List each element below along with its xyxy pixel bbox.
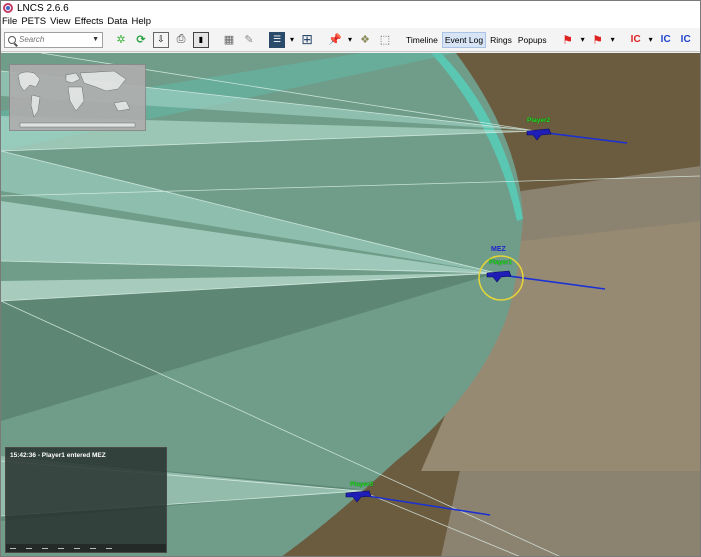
tab-timeline[interactable]: Timeline (404, 33, 440, 47)
search-icon (8, 35, 16, 44)
scrollbar-grip[interactable] (26, 548, 32, 549)
layers-icon[interactable]: ❖ (357, 32, 373, 48)
menu-file[interactable]: File (2, 16, 17, 27)
print-icon[interactable]: ⎙ (173, 32, 189, 48)
tab-popups[interactable]: Popups (516, 33, 549, 47)
select-region-icon[interactable]: ⬚ (377, 32, 393, 48)
scrollbar-grip[interactable] (90, 548, 96, 549)
world-map-outline (17, 70, 136, 128)
title-bar: LNCS 2.6.6 (1, 1, 700, 15)
settings-icon[interactable]: ✲ (113, 32, 129, 48)
search-input[interactable] (19, 35, 99, 44)
import-icon[interactable]: ⇩ (153, 31, 169, 48)
edit-icon[interactable]: ✎ (241, 32, 257, 48)
search-box[interactable]: ▼ (4, 31, 103, 48)
continent-antarctica (19, 122, 136, 128)
continent-australia (113, 100, 131, 112)
chevron-down-icon[interactable]: ▼ (92, 36, 99, 43)
scrollbar-grip[interactable] (106, 548, 112, 549)
event-log-panel[interactable]: 15:42:36 - Player1 entered MEZ (5, 447, 167, 553)
chevron-down-icon[interactable]: ▾ (646, 32, 656, 48)
menu-view[interactable]: View (50, 16, 70, 27)
pin-icon[interactable]: 📌 (327, 32, 343, 48)
window-title: LNCS 2.6.6 (17, 2, 69, 14)
scrollbar-grip[interactable] (74, 548, 80, 549)
document-icon[interactable]: ▮ (193, 31, 209, 48)
scrollbar-grip[interactable] (58, 548, 64, 549)
continent-south-america (30, 94, 41, 118)
app-window: LNCS 2.6.6 File PETS View Effects Data H… (0, 0, 701, 557)
zone-label-mez: MEZ (491, 246, 506, 253)
unit-label-player2[interactable]: Player2 (527, 117, 550, 124)
chevron-down-icon[interactable]: ▾ (345, 32, 355, 48)
event-log-scrollbar[interactable] (6, 544, 166, 552)
list-view-icon[interactable]: ☰ (269, 31, 285, 48)
unit-label-player3[interactable]: Player3 (350, 481, 373, 488)
refresh-icon[interactable]: ⟳ (133, 32, 149, 48)
menu-data[interactable]: Data (107, 16, 127, 27)
world-minimap[interactable] (9, 64, 146, 131)
menu-effects[interactable]: Effects (75, 16, 104, 27)
unit-label-player1[interactable]: Player1 (489, 259, 512, 266)
tab-event-log[interactable]: Event Log (441, 31, 487, 48)
continent-asia (79, 70, 127, 92)
menu-help[interactable]: Help (132, 16, 152, 27)
toolbar: ▼ ✲ ⟳ ⇩ ⎙ ▮ ▦ ✎ ☰ ▾ ⊞ 📌 ▾ ❖ ⬚ Timeline E… (1, 28, 700, 52)
ic-red-icon[interactable]: IC (628, 32, 644, 48)
continent-europe (65, 72, 81, 84)
ic-refresh-icon[interactable]: IC (678, 32, 694, 48)
menu-bar: File PETS View Effects Data Help (1, 15, 700, 28)
continent-africa (67, 86, 85, 112)
menu-pets[interactable]: PETS (21, 16, 46, 27)
chart-icon[interactable]: ▦ (221, 32, 237, 48)
chevron-down-icon[interactable]: ▾ (578, 32, 588, 48)
chevron-down-icon[interactable]: ▾ (608, 32, 618, 48)
tab-rings[interactable]: Rings (488, 33, 514, 47)
grid-view-icon[interactable]: ⊞ (299, 31, 315, 48)
continent-north-america (17, 71, 41, 92)
scrollbar-grip[interactable] (10, 548, 16, 549)
event-log-entry: 15:42:36 - Player1 entered MEZ (10, 452, 106, 459)
traffic-light-icon[interactable]: ⚑ (560, 32, 576, 48)
scrollbar-grip[interactable] (42, 548, 48, 549)
app-logo-icon (3, 3, 13, 13)
ic-blue-icon[interactable]: IC (658, 32, 674, 48)
chevron-down-icon[interactable]: ▾ (287, 32, 297, 48)
signal-icon[interactable]: ⚑ (590, 32, 606, 48)
